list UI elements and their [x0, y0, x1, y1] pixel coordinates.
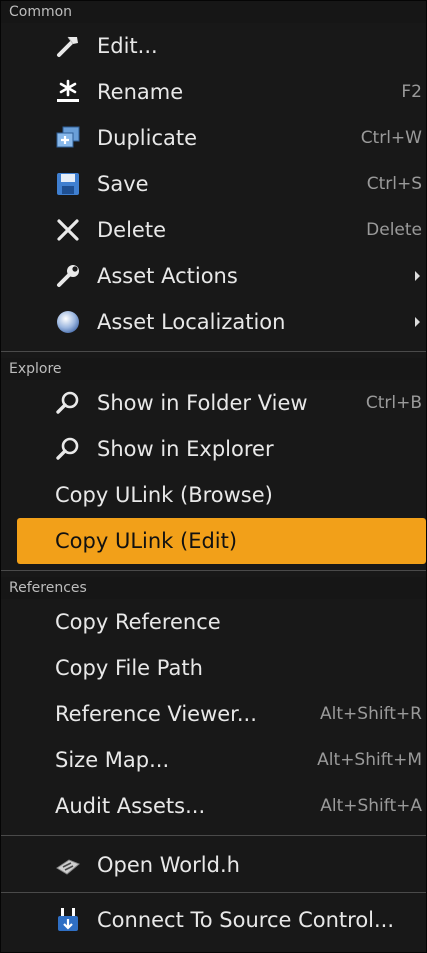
- menu-item-label: Audit Assets...: [55, 794, 206, 818]
- menu-item-copy-ulink-edit[interactable]: Copy ULink (Edit): [17, 518, 426, 564]
- magnifier-icon: [55, 436, 81, 462]
- section-header-references: References: [1, 577, 426, 599]
- menu-item-show-in-folder-view[interactable]: Show in Folder View Ctrl+B: [1, 380, 426, 426]
- menu-item-label: Show in Explorer: [97, 437, 274, 461]
- shortcut-label: Ctrl+W: [360, 128, 422, 148]
- menu-item-rename[interactable]: Rename F2: [1, 69, 426, 115]
- wrench-icon: [55, 263, 81, 289]
- shortcut-label: Alt+Shift+M: [317, 750, 422, 770]
- shortcut-label: Alt+Shift+R: [320, 704, 422, 724]
- source-control-icon: [55, 907, 81, 933]
- menu-separator: [1, 892, 426, 893]
- hammer-icon: [55, 33, 81, 59]
- shortcut-label: F2: [401, 82, 422, 102]
- menu-item-label: Connect To Source Control...: [97, 908, 395, 932]
- menu-item-copy-file-path[interactable]: Copy File Path: [1, 645, 426, 691]
- shortcut-label: Ctrl+B: [365, 393, 422, 413]
- menu-item-reference-viewer[interactable]: Reference Viewer... Alt+Shift+R: [1, 691, 426, 737]
- section-header-explore: Explore: [1, 358, 426, 380]
- submenu-arrow-icon: [415, 271, 420, 281]
- menu-item-save[interactable]: Save Ctrl+S: [1, 161, 426, 207]
- menu-item-duplicate[interactable]: Duplicate Ctrl+W: [1, 115, 426, 161]
- menu-item-copy-reference[interactable]: Copy Reference: [1, 599, 426, 645]
- menu-separator: [1, 835, 426, 836]
- menu-separator: [1, 351, 426, 352]
- menu-item-open-file[interactable]: Open World.h: [1, 842, 426, 888]
- menu-item-size-map[interactable]: Size Map... Alt+Shift+M: [1, 737, 426, 783]
- menu-item-label: Save: [97, 172, 149, 196]
- menu-item-label: Asset Actions: [97, 264, 238, 288]
- menu-item-label: Edit...: [97, 34, 158, 58]
- menu-item-label: Copy Reference: [55, 610, 221, 634]
- menu-item-label: Size Map...: [55, 748, 170, 772]
- menu-item-delete[interactable]: Delete Delete: [1, 207, 426, 253]
- menu-item-label: Asset Localization: [97, 310, 286, 334]
- context-menu: Common Edit... Rename F2 Duplicate Ctrl+…: [0, 0, 427, 953]
- menu-item-asset-actions[interactable]: Asset Actions: [1, 253, 426, 299]
- menu-item-label: Show in Folder View: [97, 391, 308, 415]
- save-disk-icon: [55, 171, 81, 197]
- menu-item-label: Delete: [97, 218, 166, 242]
- duplicate-icon: [55, 125, 81, 151]
- cpp-file-icon: [55, 852, 81, 878]
- menu-item-copy-ulink-browse[interactable]: Copy ULink (Browse): [1, 472, 426, 518]
- shortcut-label: Delete: [366, 220, 422, 240]
- menu-item-label: Copy File Path: [55, 656, 203, 680]
- globe-icon: [55, 309, 81, 335]
- menu-item-connect-source-control[interactable]: Connect To Source Control...: [1, 897, 426, 943]
- shortcut-label: Ctrl+S: [366, 174, 422, 194]
- menu-item-audit-assets[interactable]: Audit Assets... Alt+Shift+A: [1, 783, 426, 829]
- menu-item-label: Copy ULink (Browse): [55, 483, 273, 507]
- shortcut-label: Alt+Shift+A: [320, 796, 422, 816]
- menu-item-label: Open World.h: [97, 853, 240, 877]
- menu-item-edit[interactable]: Edit...: [1, 23, 426, 69]
- submenu-arrow-icon: [415, 317, 420, 327]
- delete-x-icon: [55, 217, 81, 243]
- menu-item-asset-localization[interactable]: Asset Localization: [1, 299, 426, 345]
- menu-separator: [1, 570, 426, 571]
- menu-item-label: Copy ULink (Edit): [55, 529, 238, 553]
- menu-item-label: Rename: [97, 80, 184, 104]
- menu-item-label: Reference Viewer...: [55, 702, 257, 726]
- magnifier-icon: [55, 390, 81, 416]
- section-header-common: Common: [1, 1, 426, 23]
- menu-item-show-in-explorer[interactable]: Show in Explorer: [1, 426, 426, 472]
- rename-star-icon: [55, 79, 81, 105]
- menu-item-label: Duplicate: [97, 126, 198, 150]
